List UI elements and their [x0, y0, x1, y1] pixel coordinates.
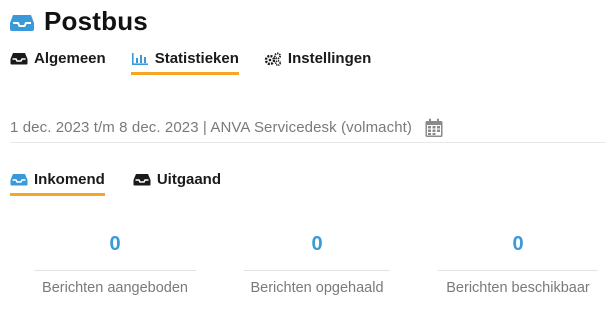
page: Postbus Algemeen Statistieken Instelling… — [0, 0, 606, 309]
stat-value: 0 — [109, 233, 121, 255]
page-header: Postbus — [10, 6, 148, 37]
inbox-icon — [10, 173, 28, 187]
tab-uitgaand-label: Uitgaand — [156, 171, 222, 188]
tab-algemeen[interactable]: Algemeen — [10, 50, 106, 72]
inbox-tray-icon — [10, 13, 34, 31]
stat-value: 0 — [512, 233, 524, 255]
tab-inkomend[interactable]: Inkomend — [10, 171, 105, 196]
tab-inkomend-label: Inkomend — [34, 171, 105, 188]
tab-statistieken-label: Statistieken — [154, 50, 239, 67]
divider — [244, 270, 390, 271]
tab-instellingen[interactable]: Instellingen — [264, 50, 371, 72]
date-filter: 1 dec. 2023 t/m 8 dec. 2023 | ANVA Servi… — [10, 113, 606, 143]
stat-beschikbaar: 0 Berichten beschikbaar — [438, 232, 598, 296]
stat-opgehaald: 0 Berichten opgehaald — [244, 232, 390, 296]
divider — [438, 270, 598, 271]
calendar-icon[interactable] — [424, 118, 444, 138]
tab-uitgaand[interactable]: Uitgaand — [133, 171, 221, 193]
stat-aangeboden: 0 Berichten aangeboden — [34, 232, 196, 296]
tab-statistieken[interactable]: Statistieken — [130, 50, 239, 75]
main-tabs: Algemeen Statistieken Instellingen — [10, 50, 371, 75]
filter-text: 1 dec. 2023 t/m 8 dec. 2023 | ANVA Servi… — [10, 119, 413, 136]
page-title: Postbus — [44, 6, 148, 36]
stat-value: 0 — [311, 233, 323, 255]
inbox-icon — [133, 173, 151, 187]
stat-label: Berichten aangeboden — [42, 280, 188, 296]
gears-icon — [264, 52, 282, 66]
tab-algemeen-label: Algemeen — [34, 50, 106, 67]
stat-label: Berichten opgehaald — [250, 280, 384, 296]
divider — [34, 270, 196, 271]
stat-label: Berichten beschikbaar — [446, 280, 590, 296]
bar-chart-icon — [131, 52, 149, 66]
tab-instellingen-label: Instellingen — [287, 50, 372, 67]
inbox-icon — [10, 52, 28, 66]
direction-tabs: Inkomend Uitgaand — [10, 171, 221, 196]
